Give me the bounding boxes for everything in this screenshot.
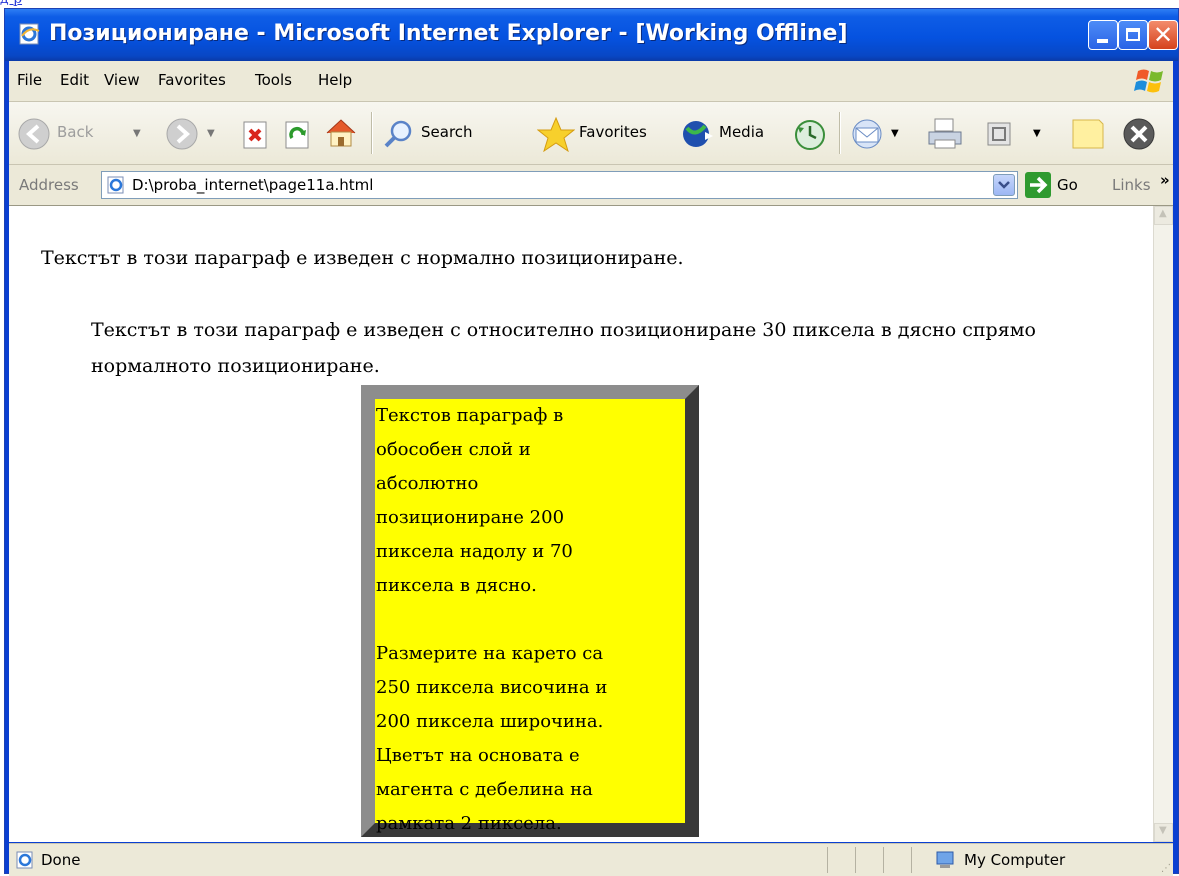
back-dropdown-icon: ▼ [133,128,141,139]
paragraph-normal: Текстът в този параграф е изведен с норм… [41,247,684,269]
close-icon: ✕ [1152,21,1174,49]
status-divider [911,847,912,873]
my-computer-icon [936,851,954,868]
history-icon[interactable] [793,118,827,152]
box-line: рамката 2 пиксела. [376,813,562,834]
status-bar: Done My Computer ⋰ [9,843,1173,876]
mail-icon [852,119,882,149]
edit-page-icon [987,122,1011,146]
menu-file[interactable]: File [17,71,42,89]
window-title: Позициониране - Microsoft Internet Explo… [49,21,848,46]
menu-favorites[interactable]: Favorites [158,71,226,89]
mail-button[interactable]: ▼ [849,110,915,156]
box-line: пиксела в дясно. [376,575,537,596]
partial-link-text: д р [0,0,22,7]
status-divider [855,847,856,873]
links-label[interactable]: Links [1112,176,1151,194]
forward-button[interactable]: ▼ [161,110,225,156]
box-line: Цветът на основата е [376,745,580,766]
menu-bar: File Edit View Favorites Tools Help [9,61,1173,102]
address-bar: Address D:\proba_internet\page11a.html G… [9,165,1173,206]
vertical-scrollbar[interactable]: ▲ ▼ [1153,206,1173,842]
resize-grip-icon[interactable]: ⋰ [1161,863,1171,874]
scroll-up-button[interactable]: ▲ [1154,206,1173,225]
back-arrow-icon [18,118,50,150]
scroll-up-icon: ▲ [1159,208,1167,219]
box-line: Текстов параграф в [376,405,564,426]
print-icon[interactable] [925,116,965,152]
box-line: абсолютно [376,473,479,494]
search-label: Search [421,123,473,141]
edit-dropdown-icon: ▼ [1033,128,1041,139]
box-line: 200 пиксела широчина. [376,711,604,732]
box-line: пиксела надолу и 70 [376,541,573,562]
media-button[interactable]: Media [679,110,783,156]
box-line: обособен слой и [376,439,531,460]
page-content: Текстът в този параграф е изведен с норм… [9,206,1153,842]
stop-icon[interactable] [241,120,271,150]
status-text: Done [41,851,81,869]
toolbar: Back ▼ ▼ Search Favorites Media ▼ ▼ [9,102,1173,165]
maximize-icon [1126,28,1140,41]
favorites-label: Favorites [579,123,647,141]
security-zone-text: My Computer [964,851,1066,869]
go-label[interactable]: Go [1057,176,1078,194]
menu-edit[interactable]: Edit [60,71,89,89]
box-line: магента с дебелина на [376,779,593,800]
address-url: D:\proba_internet\page11a.html [132,176,374,194]
status-divider [883,847,884,873]
address-dropdown-button[interactable] [993,174,1015,196]
forward-arrow-icon [166,118,198,150]
ie-document-icon [19,23,40,45]
status-page-icon [16,851,33,869]
scroll-down-button[interactable]: ▼ [1154,823,1173,842]
box-paragraph-gap [375,603,685,637]
go-arrow-icon [1030,176,1048,194]
toolbar-separator [839,112,841,154]
menu-tools[interactable]: Tools [255,71,292,89]
messenger-note-icon[interactable] [1069,116,1105,152]
media-globe-icon [683,121,713,147]
edit-button[interactable]: ▼ [985,110,1051,156]
box-line: Размерите на карето са [376,643,604,664]
go-button[interactable] [1025,172,1051,198]
minimize-icon [1097,39,1108,43]
menu-view[interactable]: View [104,71,140,89]
media-label: Media [719,123,765,141]
box-line: 250 пиксела височина и [376,677,608,698]
discuss-close-icon[interactable] [1121,116,1157,152]
favorites-button[interactable]: Favorites [537,110,665,156]
minimize-button[interactable] [1088,20,1118,50]
back-label: Back [57,123,94,141]
page-icon [107,176,124,194]
favorites-star-icon [537,116,575,152]
status-divider [827,847,828,873]
chevron-down-icon [998,181,1010,189]
toolbar-separator [371,112,373,154]
mail-dropdown-icon: ▼ [891,128,899,139]
scroll-down-icon: ▼ [1159,825,1167,836]
close-button[interactable]: ✕ [1148,20,1178,50]
top-link-strip: д р [0,0,1179,8]
paragraph-relative: Текстът в този параграф е изведен с отно… [91,319,1036,377]
search-button[interactable]: Search [381,110,521,156]
home-icon[interactable] [323,116,359,150]
maximize-button[interactable] [1118,20,1148,50]
forward-dropdown-icon: ▼ [207,128,215,139]
windows-logo-icon [1134,69,1163,93]
links-more-chevron-icon[interactable]: » [1160,171,1170,189]
menu-help[interactable]: Help [318,71,352,89]
back-button[interactable]: Back ▼ [15,110,153,156]
title-bar[interactable]: Позициониране - Microsoft Internet Explo… [5,9,1178,61]
refresh-icon[interactable] [283,120,313,150]
address-input[interactable]: D:\proba_internet\page11a.html [101,171,1018,199]
box-line: позициониране 200 [376,507,565,528]
search-magnifier-icon [384,120,412,148]
browser-window: Позициониране - Microsoft Internet Explo… [4,8,1179,876]
absolute-positioned-box: Текстов параграф в обособен слой и абсол… [361,385,699,837]
address-label: Address [19,176,79,194]
